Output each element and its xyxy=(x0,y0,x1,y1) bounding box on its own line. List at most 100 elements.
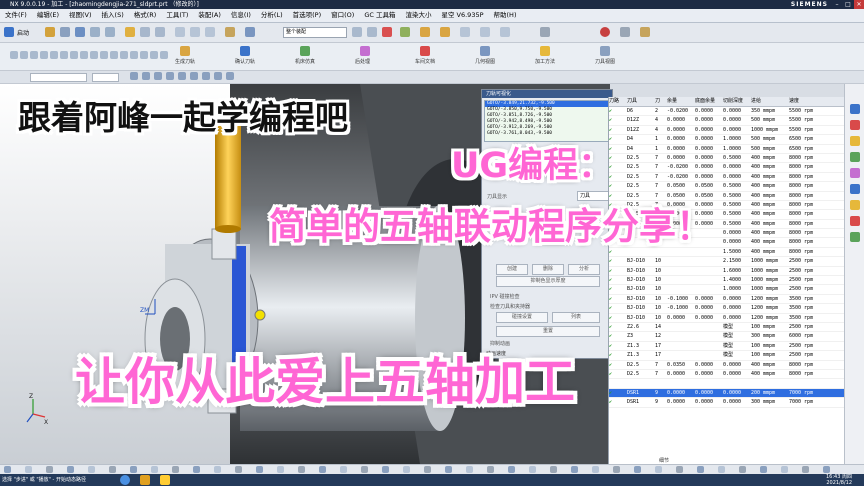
snap-toolbar-icon[interactable] xyxy=(676,466,683,473)
filter-c-icon[interactable] xyxy=(154,72,162,80)
toolbar-button-label[interactable]: 几何视图 xyxy=(475,58,495,65)
palette-icon[interactable] xyxy=(850,168,860,178)
menu-item[interactable]: 帮助(H) xyxy=(489,9,522,22)
view-icon[interactable] xyxy=(175,27,185,37)
table-row[interactable]: ✔ D12Z 4 0.0000 0.0000 0.0000 1000 mmpm 5500 rp… xyxy=(609,126,845,136)
history-icon[interactable] xyxy=(850,120,860,130)
column-header[interactable]: 刀 xyxy=(655,97,667,106)
table-row[interactable]: ✔ D6 2 -0.0200 0.0000 0.0000 350 mmpm 5500 rpm xyxy=(609,107,845,117)
snap-toolbar-icon[interactable] xyxy=(256,466,263,473)
reuse-icon[interactable] xyxy=(850,136,860,146)
table-row[interactable]: ✔ BJ-D10 10 1.4000 1000 mmpm 2500 rpm xyxy=(609,276,845,286)
filter-f-icon[interactable] xyxy=(190,72,198,80)
create-toolbar-icon[interactable] xyxy=(70,51,78,59)
snap-toolbar-icon[interactable] xyxy=(445,466,452,473)
menu-item[interactable]: 编辑(E) xyxy=(32,9,64,22)
column-header[interactable]: 刀路 xyxy=(609,97,627,106)
shade-icon[interactable] xyxy=(225,27,235,37)
filter-h-icon[interactable] xyxy=(214,72,222,80)
toolbar-button-icon[interactable] xyxy=(240,46,250,56)
snap-toolbar-icon[interactable] xyxy=(613,466,620,473)
snap-toolbar-icon[interactable] xyxy=(403,466,410,473)
analyze-button[interactable]: 分析 xyxy=(568,264,600,275)
create-toolbar-icon[interactable] xyxy=(90,51,98,59)
snap-toolbar-icon[interactable] xyxy=(802,466,809,473)
table-row[interactable]: ✔ BJ-D10 10 1.6000 1000 mmpm 2500 rpm xyxy=(609,267,845,277)
snap-toolbar-icon[interactable] xyxy=(151,466,158,473)
gcode-list[interactable]: GOTO/-3.849,21.732,-9.500 GOTO/-3.850,9.7… xyxy=(484,100,610,142)
process-icon[interactable] xyxy=(850,216,860,226)
redo-icon[interactable] xyxy=(105,27,115,37)
new-icon[interactable] xyxy=(45,27,55,37)
create-toolbar-icon[interactable] xyxy=(100,51,108,59)
column-header[interactable]: 底面余量 xyxy=(695,97,723,106)
menu-item[interactable]: 装配(A) xyxy=(193,9,226,22)
filter-g-icon[interactable] xyxy=(202,72,210,80)
snap-toolbar-icon[interactable] xyxy=(634,466,641,473)
selection-filter[interactable]: 整个装配 xyxy=(283,27,347,38)
toolbar-button-label[interactable]: 后处理 xyxy=(355,58,370,65)
filter-i-icon[interactable] xyxy=(226,72,234,80)
table-row[interactable]: ✔ BJ-D10 10 1.0000 1000 mmpm 2500 rpm xyxy=(609,285,845,295)
save-icon[interactable] xyxy=(75,27,85,37)
snap-toolbar-icon[interactable] xyxy=(172,466,179,473)
geometry-icon[interactable] xyxy=(480,27,490,37)
table-row[interactable]: ✔ D2.5 7 -0.0200 0.0000 0.0000 400 mmpm 8000 rp… xyxy=(609,163,845,173)
table-row[interactable]: ✔ Z1.3 17 模型 100 mmpm 2500 rpm xyxy=(609,351,845,361)
create-toolbar-icon[interactable] xyxy=(110,51,118,59)
snap-toolbar-icon[interactable] xyxy=(697,466,704,473)
menu-item[interactable]: 渲染大小 xyxy=(400,9,436,22)
table-row[interactable]: ✔ BJ-D10 10 -0.1000 0.0000 0.0000 1200 mmpm 350… xyxy=(609,295,845,305)
create-toolbar-icon[interactable] xyxy=(60,51,68,59)
layer-icon[interactable] xyxy=(245,27,255,37)
open-icon[interactable] xyxy=(60,27,70,37)
snap-toolbar-icon[interactable] xyxy=(424,466,431,473)
snap-toolbar-icon[interactable] xyxy=(235,466,242,473)
toolbar-button-icon[interactable] xyxy=(540,46,550,56)
snap-icon[interactable] xyxy=(125,27,135,37)
roles-icon[interactable] xyxy=(850,184,860,194)
menu-item[interactable]: 星空 V6.935P xyxy=(436,9,488,22)
table-row[interactable]: ✔ D2.5 7 0.0000 0.0000 0.0000 400 mmpm 8000 rpm xyxy=(609,370,845,380)
scope-filter[interactable] xyxy=(92,73,119,82)
create-toolbar-icon[interactable] xyxy=(160,51,168,59)
menu-item[interactable]: 插入(S) xyxy=(97,9,129,22)
table-row[interactable]: ✔ D12Z 4 0.0000 0.0000 0.0000 500 mmpm 5500 rpm xyxy=(609,116,845,126)
create-toolbar-icon[interactable] xyxy=(50,51,58,59)
filter-b-icon[interactable] xyxy=(142,72,150,80)
pan-icon[interactable] xyxy=(205,27,215,37)
snap-toolbar-icon[interactable] xyxy=(46,466,53,473)
table-row[interactable]: ✔ BJ-D10 10 2.1500 1000 mmpm 2500 rpm xyxy=(609,257,845,267)
system-icon[interactable] xyxy=(850,200,860,210)
start-icon[interactable] xyxy=(4,27,14,37)
create-toolbar-icon[interactable] xyxy=(150,51,158,59)
create-toolbar-icon[interactable] xyxy=(20,51,28,59)
snap-toolbar-icon[interactable] xyxy=(592,466,599,473)
box-icon[interactable] xyxy=(640,27,650,37)
minimize-icon[interactable]: – xyxy=(832,0,842,9)
maximize-icon[interactable]: □ xyxy=(843,0,853,9)
table-row[interactable]: ✔ DSR1 9 0.0000 0.0000 0.0000 300 mmpm 7000 rpm xyxy=(609,398,845,408)
rotate-icon[interactable] xyxy=(190,27,200,37)
snap-toolbar-icon[interactable] xyxy=(781,466,788,473)
filter-e-icon[interactable] xyxy=(178,72,186,80)
table-row[interactable]: ✔ D4 1 0.0000 0.0000 1.0000 500 mmpm 6500 rpm xyxy=(609,135,845,145)
menu-item[interactable]: 信息(I) xyxy=(226,9,256,22)
arrow-icon[interactable] xyxy=(620,27,630,37)
snap-toolbar-icon[interactable] xyxy=(571,466,578,473)
explorer-icon[interactable] xyxy=(140,475,150,485)
table-row[interactable]: ✔ D2.5 7 0.0350 0.0000 0.0000 400 mmpm 8000 rpm xyxy=(609,361,845,370)
machine-icon[interactable] xyxy=(850,232,860,242)
snap-toolbar-icon[interactable] xyxy=(4,466,11,473)
snap-toolbar-icon[interactable] xyxy=(739,466,746,473)
stop-icon[interactable] xyxy=(382,27,392,37)
menu-item[interactable]: 视图(V) xyxy=(64,9,97,22)
menu-item[interactable]: 窗口(O) xyxy=(326,9,359,22)
column-header[interactable]: 速度 xyxy=(789,97,825,106)
snap-toolbar-icon[interactable] xyxy=(109,466,116,473)
snap-toolbar-icon[interactable] xyxy=(361,466,368,473)
analysis-icon[interactable] xyxy=(400,27,410,37)
table-row[interactable]: ✔ D2.5 7 -0.0200 0.0000 0.0000 400 mmpm 8000 rp… xyxy=(609,173,845,183)
move-icon[interactable] xyxy=(155,27,165,37)
snap-toolbar-icon[interactable] xyxy=(25,466,32,473)
